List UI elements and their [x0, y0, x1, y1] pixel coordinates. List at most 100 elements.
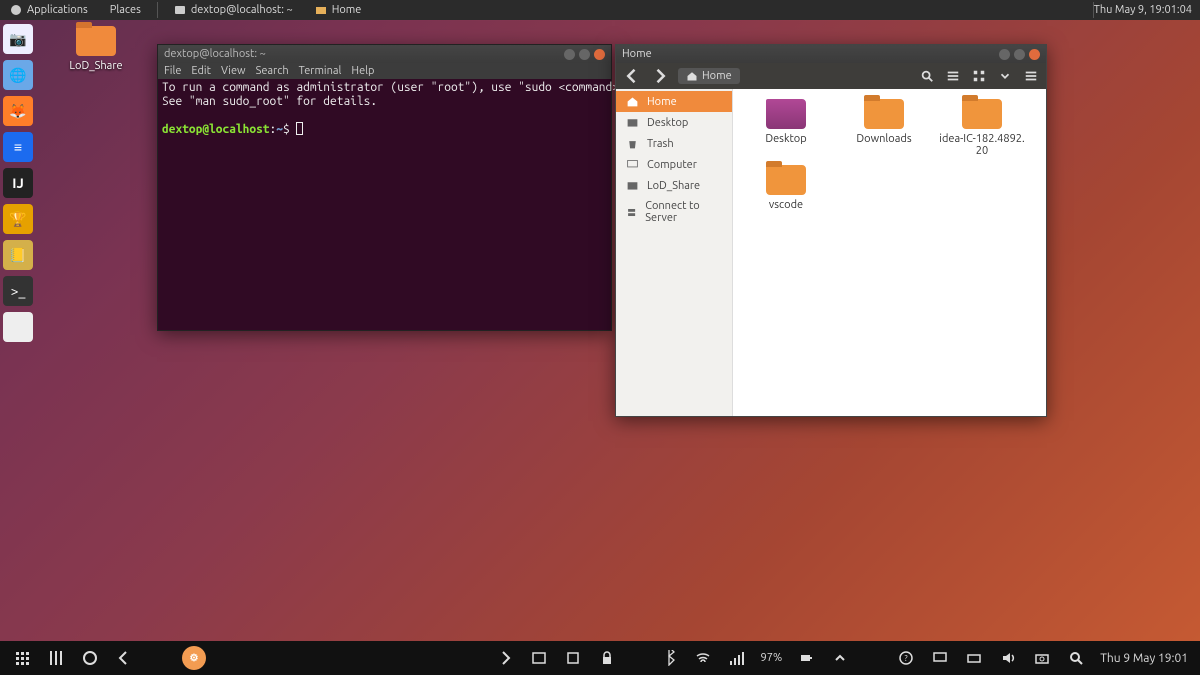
search-indicator[interactable]	[1066, 648, 1086, 668]
launcher-chromium[interactable]: 🌐	[3, 60, 33, 90]
search-button[interactable]	[918, 67, 936, 85]
image-icon	[531, 650, 547, 666]
launcher-intellij[interactable]: IJ	[3, 168, 33, 198]
home-icon	[626, 95, 639, 108]
bluetooth-indicator[interactable]	[659, 648, 679, 668]
places-menu[interactable]: Places	[104, 4, 147, 16]
help-icon: ?	[898, 650, 914, 666]
file-label: Downloads	[856, 133, 911, 145]
battery-indicator[interactable]	[796, 648, 816, 668]
files-content[interactable]: Desktop Downloads idea-IC-182.4892.20 vscod…	[733, 89, 1046, 416]
files-titlebar[interactable]: Home	[616, 45, 1046, 63]
wifi-icon	[695, 650, 711, 666]
back-button[interactable]	[114, 648, 134, 668]
system-menu[interactable]: Applications	[4, 4, 94, 16]
files-sidebar: Home Desktop Trash Computer LoD_Share Co…	[616, 89, 733, 416]
panel-divider	[157, 2, 158, 18]
maximize-button[interactable]	[1014, 49, 1025, 60]
desktop-icon-lodshare[interactable]: LoD_Share	[60, 26, 132, 72]
recents-button[interactable]	[46, 648, 66, 668]
file-label: Desktop	[765, 133, 806, 145]
folder-icon	[962, 99, 1002, 129]
sidebar-item-lodshare[interactable]: LoD_Share	[616, 175, 732, 196]
screenshot-indicator[interactable]	[1032, 648, 1052, 668]
display-indicator[interactable]	[930, 648, 950, 668]
menu-view[interactable]: View	[221, 65, 246, 77]
menu-terminal[interactable]: Terminal	[299, 65, 342, 77]
pathbar[interactable]: Home	[678, 68, 740, 84]
home-button[interactable]	[80, 648, 100, 668]
sidebar-item-label: Trash	[647, 138, 674, 150]
launcher-text-editor[interactable]: ✎	[3, 312, 33, 342]
files-toolbar: Home	[616, 63, 1046, 89]
menu-search[interactable]: Search	[256, 65, 289, 77]
taskbar-files-label: Home	[332, 4, 362, 16]
applications-label: Applications	[27, 4, 88, 16]
terminal-line: See "man sudo_root" for details.	[162, 95, 377, 108]
close-button[interactable]	[594, 49, 605, 60]
server-icon	[626, 206, 637, 219]
taskbar-item-terminal[interactable]: dextop@localhost: ~	[168, 4, 299, 16]
launcher-terminal[interactable]: >_	[3, 276, 33, 306]
bottom-clock[interactable]: Thu 9 May 19:01	[1100, 652, 1188, 665]
taskbar-item-files[interactable]: Home	[309, 4, 368, 16]
chevron-down-icon	[998, 69, 1012, 83]
folder-icon	[76, 26, 116, 56]
file-item[interactable]: Desktop	[741, 99, 831, 157]
chevron-left-icon	[622, 66, 642, 86]
sidebar-item-home[interactable]: Home	[616, 91, 732, 112]
nav-back-button[interactable]	[622, 66, 642, 86]
sidebar-item-trash[interactable]: Trash	[616, 133, 732, 154]
files-window: Home Home Home Desktop	[615, 44, 1047, 417]
minimize-button[interactable]	[564, 49, 575, 60]
menu-help[interactable]: Help	[351, 65, 374, 77]
pathbar-label: Home	[702, 70, 732, 82]
display-icon	[932, 650, 948, 666]
prompt-path: ~	[276, 123, 283, 136]
svg-text:?: ?	[905, 654, 908, 663]
maximize-button[interactable]	[579, 49, 590, 60]
camera-icon	[1034, 650, 1050, 666]
menu-file[interactable]: File	[164, 65, 181, 77]
bottom-panel: ⚙ 97% ? Thu 9 May 19:01	[0, 641, 1200, 675]
sidebar-item-connect[interactable]: Connect to Server	[616, 196, 732, 228]
terminal-body[interactable]: To run a command as administrator (user …	[158, 79, 611, 330]
launcher-firefox[interactable]: 🦊	[3, 96, 33, 126]
tray-screenshot-icon[interactable]	[563, 648, 583, 668]
chevron-left-icon	[116, 650, 132, 666]
folder-icon	[626, 116, 639, 129]
lock-icon	[599, 650, 615, 666]
wifi-indicator[interactable]	[693, 648, 713, 668]
tray-lock-icon[interactable]	[597, 648, 617, 668]
help-indicator[interactable]: ?	[896, 648, 916, 668]
view-grid-button[interactable]	[970, 67, 988, 85]
tray-expand-button[interactable]	[830, 648, 850, 668]
launcher-screenshot[interactable]: 📷	[3, 24, 33, 54]
running-app-badge[interactable]: ⚙	[182, 646, 206, 670]
close-button[interactable]	[1029, 49, 1040, 60]
folder-icon	[766, 99, 806, 129]
sidebar-item-computer[interactable]: Computer	[616, 154, 732, 175]
bluetooth-icon	[661, 650, 677, 666]
tray-gallery-icon[interactable]	[529, 648, 549, 668]
dropdown-button[interactable]	[996, 67, 1014, 85]
file-item[interactable]: idea-IC-182.4892.20	[937, 99, 1027, 157]
file-item[interactable]: Downloads	[839, 99, 929, 157]
launcher-dictionary[interactable]: 📒	[3, 240, 33, 270]
cellular-indicator[interactable]	[727, 648, 747, 668]
terminal-titlebar[interactable]: dextop@localhost: ~	[158, 45, 611, 63]
expand-tray-button[interactable]	[495, 648, 515, 668]
app-grid-button[interactable]	[12, 648, 32, 668]
nav-forward-button[interactable]	[650, 66, 670, 86]
launcher-libreoffice[interactable]: ≡	[3, 132, 33, 162]
hamburger-menu-button[interactable]	[1022, 67, 1040, 85]
keyboard-indicator[interactable]	[964, 648, 984, 668]
menu-edit[interactable]: Edit	[191, 65, 211, 77]
minimize-button[interactable]	[999, 49, 1010, 60]
launcher-trophy[interactable]: 🏆	[3, 204, 33, 234]
file-item[interactable]: vscode	[741, 165, 831, 211]
view-list-button[interactable]	[944, 67, 962, 85]
volume-indicator[interactable]	[998, 648, 1018, 668]
top-clock[interactable]: Thu May 9, 19:01:04	[1094, 4, 1200, 16]
sidebar-item-desktop[interactable]: Desktop	[616, 112, 732, 133]
